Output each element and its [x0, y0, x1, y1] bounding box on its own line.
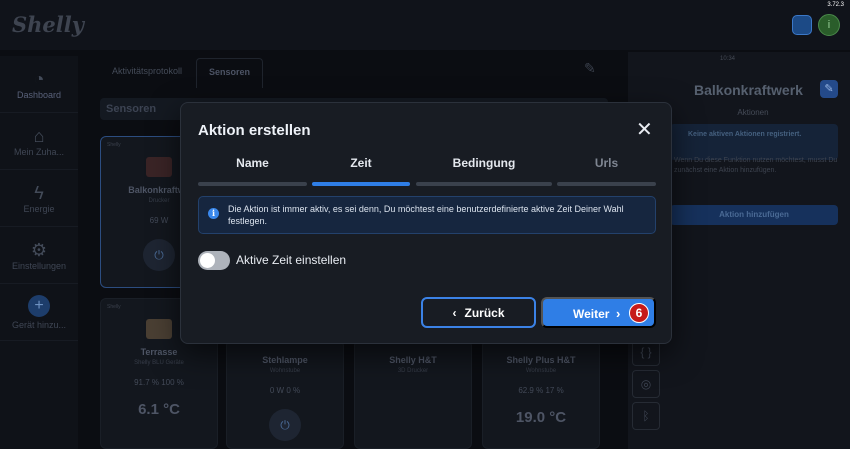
tab-sensors[interactable]: Sensoren: [196, 58, 264, 88]
info-message: i Die Aktion ist immer aktiv, es sei den…: [198, 196, 656, 234]
version-label: 3.72.3: [827, 2, 844, 8]
device-title: Balkonkraftwerk: [694, 82, 803, 98]
card-brand: Shelly: [107, 142, 121, 148]
tab-activity-log[interactable]: Aktivitätsprotokoll: [100, 58, 194, 88]
app-switch-icon[interactable]: [792, 15, 812, 35]
sidebar-item-settings[interactable]: ⚙ Einstellungen: [0, 227, 78, 284]
sidebar-item-label: Einstellungen: [11, 261, 67, 271]
active-time-toggle[interactable]: [198, 251, 230, 270]
gear-icon: ⚙: [30, 240, 48, 260]
card-temperature: 6.1 °C: [138, 401, 180, 418]
shelly-logo[interactable]: Shelly: [12, 12, 84, 37]
no-actions-info: Keine aktiven Aktionen registriert.: [670, 124, 838, 160]
device-card[interactable]: Shelly Plus H&T Wohnstube 62.9 % 17 % 19…: [482, 340, 600, 449]
sidebar-item-add-device[interactable]: + Gerät hinzu...: [0, 284, 78, 341]
device-card[interactable]: Stehlampe Wohnstube 0 W 0 % ⏻: [226, 340, 344, 449]
step-name[interactable]: Name: [198, 156, 307, 186]
info-icon: i: [208, 208, 219, 219]
home-icon: ⌂: [33, 126, 45, 146]
toggle-label: Aktive Zeit einstellen: [236, 253, 347, 267]
step-bar: [198, 182, 307, 186]
app-root: Shelly 3.72.3 i ◔ Dashboard ⌂ Mein Zuha.…: [0, 0, 850, 449]
sidebar-item-dashboard[interactable]: ◔ Dashboard: [0, 56, 78, 113]
globe-icon[interactable]: ◎: [632, 370, 660, 398]
next-label: Weiter: [573, 307, 610, 321]
card-stats: 0 W 0 %: [269, 386, 301, 395]
step-bar: [557, 182, 656, 186]
chevron-left-icon: ‹: [452, 305, 457, 320]
card-stats: 62.9 % 17 %: [518, 386, 564, 395]
step-bar: [416, 182, 552, 186]
info-text: Die Aktion ist immer aktiv, es sei denn,…: [228, 203, 624, 226]
card-stats: 91.7 % 100 %: [134, 378, 184, 387]
card-name: Shelly Plus H&T: [506, 355, 576, 365]
card-room: Wohnstube: [269, 368, 301, 374]
status-bar-time: 10:34: [720, 56, 736, 62]
sidebar-item-label: Energie: [23, 204, 55, 214]
card-name: Terrasse: [140, 347, 178, 357]
card-name: Stehlampe: [262, 355, 308, 365]
sidebar-item-label: Mein Zuha...: [13, 147, 65, 157]
top-bar: Shelly 3.72.3 i: [0, 0, 850, 50]
step-condition[interactable]: Bedingung: [416, 156, 552, 186]
back-button[interactable]: ‹ Zurück: [421, 297, 536, 328]
step-label: Bedingung: [452, 156, 516, 170]
sidebar-item-label: Dashboard: [16, 90, 62, 100]
avatar[interactable]: i: [818, 14, 840, 36]
chevron-right-icon: ›: [616, 306, 621, 321]
power-icon[interactable]: ⏻: [143, 239, 175, 271]
toggle-knob: [200, 253, 215, 268]
panel-subtitle: Aktionen: [737, 108, 769, 117]
sidebar-item-home[interactable]: ⌂ Mein Zuha...: [0, 113, 78, 170]
card-room: Shelly BLU Geräte: [134, 360, 184, 366]
plus-icon: +: [28, 294, 50, 317]
card-room: 3D Drucker: [397, 368, 429, 374]
step-label: Urls: [594, 156, 619, 170]
dialog-title: Aktion erstellen: [198, 122, 311, 139]
device-image: [146, 157, 172, 177]
card-temperature: 19.0 °C: [515, 409, 567, 426]
create-action-dialog: Aktion erstellen ✕ Name Zeit Bedingung U…: [180, 102, 672, 344]
step-time[interactable]: Zeit: [312, 156, 410, 186]
pencil-icon[interactable]: ✎: [584, 60, 596, 77]
device-card[interactable]: Shelly H&T 3D Drucker: [354, 340, 472, 449]
card-brand: Shelly: [107, 304, 121, 310]
back-label: Zurück: [464, 305, 505, 320]
sidebar-item-energy[interactable]: ϟ Energie: [0, 170, 78, 227]
add-action-button[interactable]: Aktion hinzufügen: [670, 205, 838, 225]
dashboard-icon: ◔: [33, 69, 45, 89]
bluetooth-icon[interactable]: ᛒ: [632, 402, 660, 430]
close-icon[interactable]: ✕: [636, 120, 653, 140]
sidebar: ◔ Dashboard ⌂ Mein Zuha... ϟ Energie ⚙ E…: [0, 56, 78, 449]
step-urls: Urls: [557, 156, 656, 186]
step-badge: 6: [629, 303, 649, 323]
no-actions-text: Wenn Du diese Funktion nutzen möchtest, …: [674, 157, 838, 175]
device-image: [146, 319, 172, 339]
edit-button[interactable]: ✎: [820, 80, 838, 98]
sidebar-item-label: Gerät hinzu...: [11, 319, 67, 330]
power-icon[interactable]: ⏻: [269, 409, 301, 441]
step-label: Zeit: [350, 156, 372, 170]
card-room: Wohnstube: [525, 368, 557, 374]
step-label: Name: [236, 156, 269, 170]
card-name: Shelly H&T: [389, 355, 437, 365]
step-bar-active: [312, 182, 410, 186]
lightning-icon: ϟ: [34, 183, 44, 203]
